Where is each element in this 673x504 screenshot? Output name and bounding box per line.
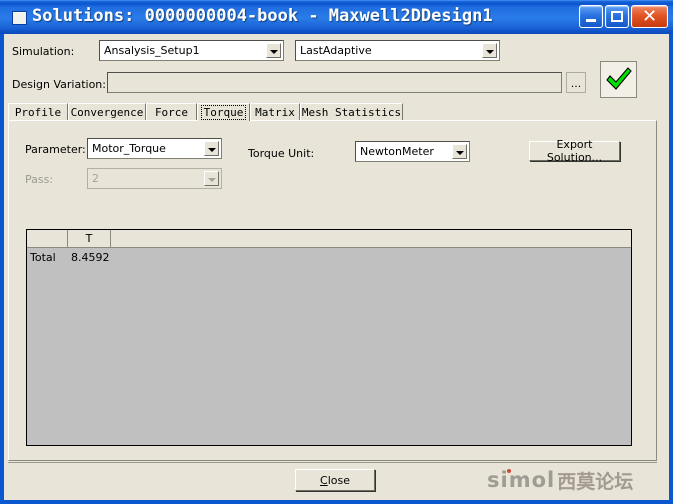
export-solution-button[interactable]: Export Solution...: [529, 138, 620, 164]
tab-torque[interactable]: Torque: [197, 103, 250, 121]
tab-matrix[interactable]: Matrix: [250, 103, 300, 121]
tab-mesh-statistics-label: Mesh Statistics: [301, 106, 402, 119]
tab-torque-label: Torque: [200, 105, 247, 120]
minimize-icon: [586, 19, 596, 22]
table-row[interactable]: Total 8.4592: [27, 248, 631, 266]
maximize-icon: [611, 11, 623, 22]
close-button[interactable]: Close: [295, 469, 375, 491]
browse-button[interactable]: ...: [566, 72, 586, 93]
window-controls: ✕: [579, 5, 668, 28]
torque-results-table[interactable]: T Total 8.4592: [26, 229, 632, 446]
tab-strip: Profile Convergence Force Torque Matrix …: [8, 103, 657, 121]
table-header-cell-2[interactable]: [111, 230, 631, 247]
parameter-combo-value: Motor_Torque: [92, 142, 166, 155]
tab-matrix-label: Matrix: [255, 106, 295, 119]
close-icon: ✕: [641, 6, 658, 27]
close-button-rest: lose: [327, 473, 350, 487]
table-header-cell-0[interactable]: [27, 230, 68, 247]
close-button-mnemonic: C: [320, 473, 328, 487]
title-bar: Solutions: 0000000004-book - Maxwell2DDe…: [0, 0, 673, 35]
watermark-cn-label: 西莫论坛: [557, 470, 634, 493]
parameter-combo[interactable]: Motor_Torque: [87, 138, 222, 159]
setup-combo[interactable]: Ansalysis_Setup1: [99, 40, 284, 61]
check-icon: [605, 66, 632, 90]
tab-mesh-statistics[interactable]: Mesh Statistics: [300, 103, 403, 121]
parameter-label: Parameter:: [25, 143, 86, 156]
chevron-down-icon[interactable]: [482, 43, 497, 58]
tab-convergence[interactable]: Convergence: [68, 103, 146, 121]
chevron-down-icon[interactable]: [204, 171, 219, 186]
setup-combo-value: Ansalysis_Setup1: [104, 44, 200, 57]
pass-combo[interactable]: 2: [87, 168, 222, 189]
table-cell-name: Total: [30, 250, 56, 264]
design-variation-label: Design Variation:: [12, 78, 106, 91]
watermark: simol 西莫论坛: [487, 467, 662, 493]
table-header-cell-1[interactable]: T: [68, 230, 111, 247]
tab-force-label: Force: [154, 106, 189, 119]
tab-profile[interactable]: Profile: [8, 103, 68, 121]
minimize-button[interactable]: [579, 5, 603, 28]
footer-separator: [8, 462, 657, 463]
maximize-button[interactable]: [605, 5, 629, 28]
watermark-latin-label: simol: [487, 468, 556, 492]
pass-combo-value: 2: [92, 172, 99, 185]
window-frame-bottom: [0, 500, 673, 504]
watermark-latin-text: simol: [487, 468, 555, 492]
window-frame-right: [669, 34, 673, 504]
torque-unit-combo[interactable]: NewtonMeter: [355, 141, 470, 162]
table-cell-empty: [116, 248, 631, 266]
table-cell-torque: 8.4592: [71, 250, 110, 264]
close-window-button[interactable]: ✕: [631, 5, 668, 28]
validate-button[interactable]: [600, 61, 637, 98]
chevron-down-icon[interactable]: [204, 141, 219, 156]
tab-force[interactable]: Force: [146, 103, 197, 121]
window-title: Solutions: 0000000004-book - Maxwell2DDe…: [32, 6, 493, 26]
solutions-dialog: Solutions: 0000000004-book - Maxwell2DDe…: [0, 0, 673, 504]
watermark-dot-icon: [507, 469, 511, 473]
torque-unit-label: Torque Unit:: [248, 147, 315, 160]
adaptive-combo-value: LastAdaptive: [300, 44, 372, 57]
table-header-row: T: [27, 230, 631, 248]
adaptive-combo[interactable]: LastAdaptive: [295, 40, 500, 61]
close-button-label: Close: [320, 474, 350, 487]
tab-convergence-label: Convergence: [70, 106, 144, 119]
design-variation-input[interactable]: [107, 72, 562, 93]
tab-profile-label: Profile: [14, 106, 62, 119]
chevron-down-icon[interactable]: [266, 43, 281, 58]
torque-unit-combo-value: NewtonMeter: [360, 145, 434, 158]
simulation-label: Simulation:: [12, 45, 75, 58]
chevron-down-icon[interactable]: [452, 144, 467, 159]
window-icon: [12, 11, 27, 25]
pass-label: Pass:: [25, 173, 54, 186]
